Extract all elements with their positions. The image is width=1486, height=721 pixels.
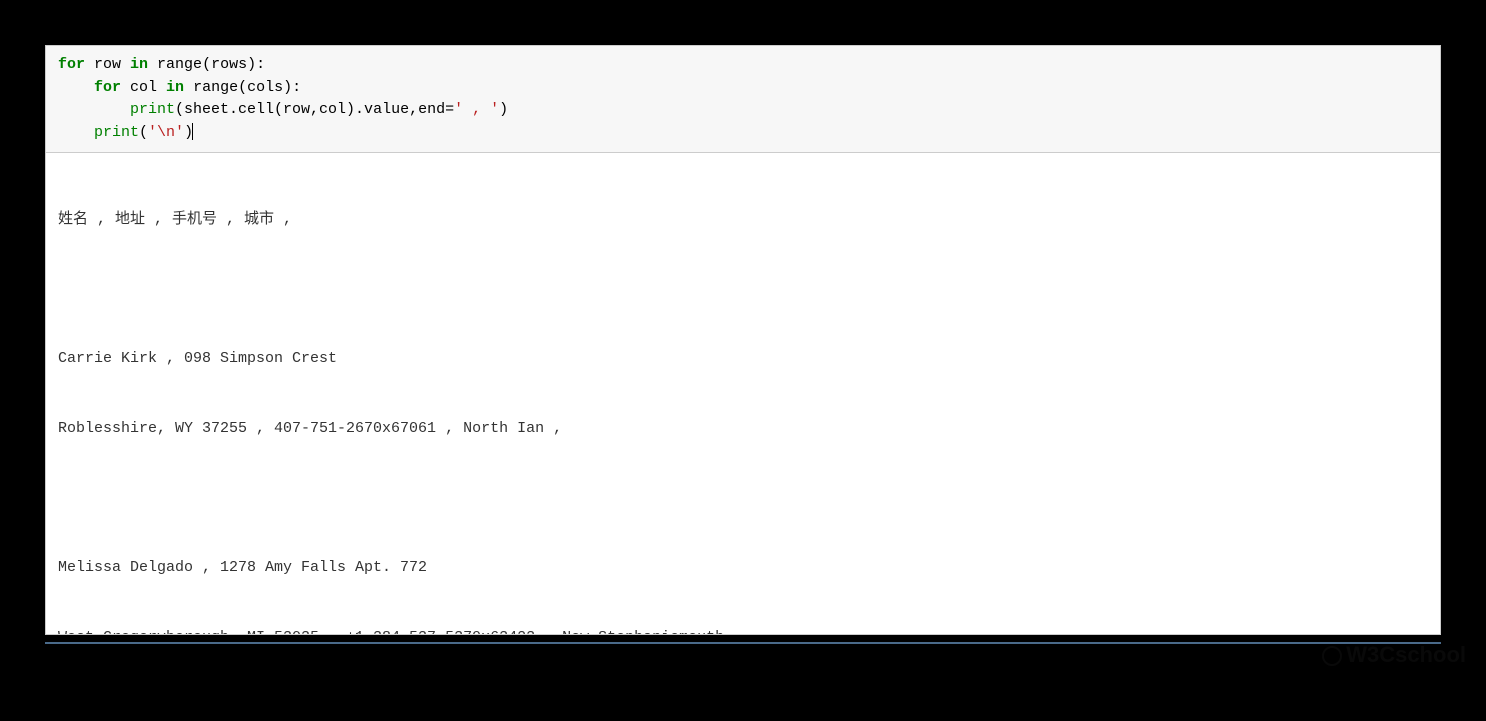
watermark-icon xyxy=(1322,646,1342,666)
code-line-2: for col in range(cols): xyxy=(58,77,1428,100)
output-row: Melissa Delgado , 1278 Amy Falls Apt. 77… xyxy=(58,556,1428,579)
notebook-container: for row in range(rows): for col in range… xyxy=(45,45,1441,635)
watermark: W3Cschool xyxy=(1322,642,1466,668)
output-row: West Gregoryborough, MI 53035 , +1-384-5… xyxy=(58,626,1428,634)
output-content[interactable]: 姓名 , 地址 , 手机号 , 城市 , Carrie Kirk , 098 S… xyxy=(46,153,1440,634)
text-cursor xyxy=(192,123,193,140)
bottom-divider xyxy=(45,642,1441,644)
output-header: 姓名 , 地址 , 手机号 , 城市 , xyxy=(58,208,1428,231)
output-row: Roblesshire, WY 37255 , 407-751-2670x670… xyxy=(58,417,1428,440)
code-line-3: print(sheet.cell(row,col).value,end=' , … xyxy=(58,99,1428,122)
code-line-1: for row in range(rows): xyxy=(58,54,1428,77)
code-line-4: print('\n') xyxy=(58,122,1428,145)
output-area: 姓名 , 地址 , 手机号 , 城市 , Carrie Kirk , 098 S… xyxy=(46,153,1440,634)
code-input-cell[interactable]: for row in range(rows): for col in range… xyxy=(46,46,1440,153)
output-row: Carrie Kirk , 098 Simpson Crest xyxy=(58,347,1428,370)
